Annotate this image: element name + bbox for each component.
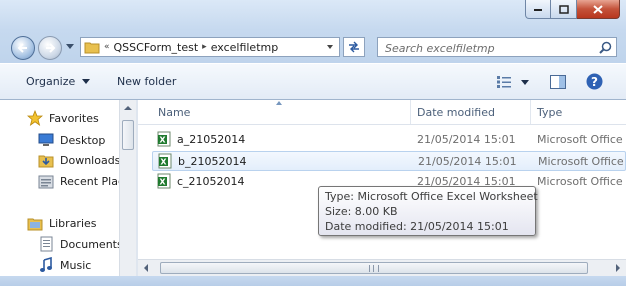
refresh-icon bbox=[349, 41, 359, 53]
file-name: c_21052014 bbox=[177, 175, 245, 188]
new-folder-label: New folder bbox=[117, 75, 177, 88]
forward-arrow-icon bbox=[46, 43, 56, 53]
search-box bbox=[377, 37, 617, 57]
desktop-icon bbox=[38, 133, 54, 146]
close-button[interactable] bbox=[577, 0, 620, 19]
horizontal-scrollbar[interactable] bbox=[138, 259, 626, 276]
close-icon bbox=[593, 4, 603, 14]
nav-libraries[interactable]: Libraries bbox=[27, 213, 97, 233]
column-name[interactable]: Name bbox=[158, 106, 190, 119]
explorer-window: « QSSCForm_test ▸ excelfiletmp Organize … bbox=[0, 0, 626, 286]
column-header: Name Date modified Type bbox=[138, 100, 626, 125]
svg-text:X: X bbox=[159, 136, 166, 145]
refresh-button[interactable] bbox=[343, 37, 365, 57]
nav-music[interactable]: Music bbox=[38, 255, 91, 275]
nav-favorites-label: Favorites bbox=[49, 111, 99, 125]
documents-icon bbox=[40, 236, 53, 252]
column-divider[interactable] bbox=[530, 100, 531, 124]
maximize-button[interactable] bbox=[551, 0, 577, 19]
preview-pane-icon bbox=[550, 75, 566, 89]
scroll-left-arrow[interactable] bbox=[144, 264, 148, 272]
search-input[interactable] bbox=[383, 39, 597, 57]
nav-favorites[interactable]: Favorites bbox=[27, 108, 99, 128]
new-folder-button[interactable]: New folder bbox=[117, 75, 176, 88]
view-dropdown-arrow[interactable] bbox=[521, 79, 529, 85]
preview-pane-button[interactable] bbox=[550, 75, 566, 92]
scrollbar-grip bbox=[369, 265, 379, 272]
address-row: « QSSCForm_test ▸ excelfiletmp bbox=[0, 30, 626, 63]
svg-text:X: X bbox=[160, 158, 167, 167]
help-icon: ? bbox=[586, 73, 603, 90]
tooltip-size: Size: 8.00 KB bbox=[325, 205, 398, 218]
navigation-scrollbar[interactable] bbox=[119, 100, 136, 286]
minimize-icon bbox=[534, 9, 542, 11]
tooltip-date-modified: Date modified: 21/05/2014 15:01 bbox=[325, 220, 509, 233]
title-bar[interactable] bbox=[0, 0, 626, 30]
file-name: b_21052014 bbox=[178, 155, 247, 168]
scroll-right-arrow[interactable] bbox=[616, 264, 620, 272]
back-arrow-icon bbox=[17, 43, 27, 53]
address-history-dropdown[interactable] bbox=[327, 45, 333, 49]
recent-places-icon bbox=[38, 175, 54, 188]
nav-documents[interactable]: Documents bbox=[38, 234, 123, 254]
nav-desktop[interactable]: Desktop bbox=[38, 130, 105, 150]
breadcrumb-separator[interactable]: ▸ bbox=[202, 42, 207, 52]
breadcrumb-excelfiletmp[interactable]: excelfiletmp bbox=[211, 41, 279, 54]
column-date-modified[interactable]: Date modified bbox=[417, 106, 495, 119]
nav-recent-places[interactable]: Recent Plac bbox=[38, 171, 124, 191]
file-type: Microsoft Office bbox=[537, 175, 623, 188]
help-button[interactable]: ? bbox=[586, 73, 603, 93]
view-options-icon bbox=[497, 76, 511, 88]
organize-dropdown-arrow bbox=[82, 79, 91, 84]
navigation-pane: Favorites Desktop Downloads Recent Plac … bbox=[0, 100, 137, 286]
excel-file-icon: X bbox=[158, 153, 172, 169]
music-icon bbox=[40, 257, 52, 272]
window-frame-bottom bbox=[0, 276, 626, 286]
excel-file-icon: X bbox=[157, 173, 171, 189]
nav-recent-places-label: Recent Plac bbox=[60, 174, 124, 188]
nav-documents-label: Documents bbox=[60, 237, 123, 251]
command-bar: Organize New folder ? bbox=[0, 63, 626, 100]
sort-ascending-indicator bbox=[276, 101, 282, 105]
downloads-icon bbox=[38, 155, 54, 167]
change-view-button[interactable] bbox=[497, 76, 529, 88]
excel-file-icon: X bbox=[157, 131, 171, 147]
breadcrumb-overflow[interactable]: « bbox=[104, 42, 110, 52]
horizontal-scrollbar-thumb[interactable] bbox=[160, 262, 588, 274]
svg-text:?: ? bbox=[591, 75, 598, 89]
navigation-scrollbar-thumb[interactable] bbox=[122, 120, 134, 150]
column-type[interactable]: Type bbox=[537, 106, 562, 119]
search-icon[interactable] bbox=[599, 41, 612, 54]
nav-libraries-label: Libraries bbox=[49, 216, 97, 230]
recent-pages-dropdown[interactable] bbox=[66, 44, 74, 49]
organize-button[interactable]: Organize bbox=[26, 75, 91, 88]
libraries-icon bbox=[27, 218, 43, 230]
file-type: Microsoft Office bbox=[538, 155, 624, 168]
caption-buttons bbox=[525, 0, 620, 19]
forward-button[interactable] bbox=[38, 36, 62, 60]
breadcrumb-qsscform-test[interactable]: QSSCForm_test bbox=[114, 41, 199, 54]
maximize-icon bbox=[558, 4, 569, 14]
svg-text:X: X bbox=[159, 178, 166, 187]
column-divider[interactable] bbox=[410, 100, 411, 124]
file-type: Microsoft Office bbox=[537, 133, 623, 146]
file-row[interactable]: X a_21052014 21/05/2014 15:01 Microsoft … bbox=[152, 130, 626, 150]
nav-downloads[interactable]: Downloads bbox=[38, 150, 120, 170]
file-date-modified: 21/05/2014 15:01 bbox=[418, 155, 517, 168]
nav-desktop-label: Desktop bbox=[60, 133, 106, 147]
nav-music-label: Music bbox=[60, 258, 92, 272]
back-button[interactable] bbox=[11, 36, 35, 60]
file-date-modified: 21/05/2014 15:01 bbox=[417, 133, 516, 146]
address-bar[interactable]: « QSSCForm_test ▸ excelfiletmp bbox=[80, 37, 340, 57]
organize-label: Organize bbox=[26, 75, 76, 88]
file-row[interactable]: X b_21052014 21/05/2014 15:01 Microsoft … bbox=[152, 151, 626, 171]
nav-downloads-label: Downloads bbox=[60, 153, 121, 167]
file-info-tooltip: Type: Microsoft Office Excel Worksheet S… bbox=[318, 186, 538, 236]
scroll-up-arrow[interactable] bbox=[124, 106, 132, 110]
star-icon bbox=[27, 110, 43, 126]
folder-icon bbox=[84, 42, 100, 54]
file-name: a_21052014 bbox=[177, 133, 246, 146]
minimize-button[interactable] bbox=[525, 0, 551, 19]
tooltip-type: Type: Microsoft Office Excel Worksheet bbox=[325, 190, 538, 203]
